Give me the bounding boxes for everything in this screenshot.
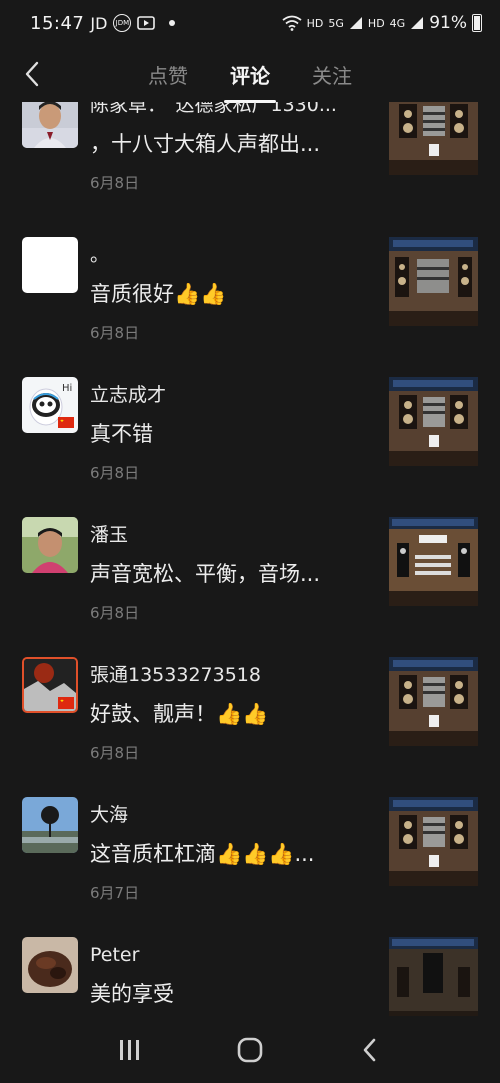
jdm-icon: JDM [113, 14, 132, 32]
commenter-name: 。 [90, 244, 110, 266]
commenter-name: 陈家卓： 达德家私厂1330... [90, 102, 337, 116]
nav-back-icon [363, 1038, 376, 1061]
comment-text: 真不错 [90, 422, 153, 446]
comment-text: 声音宽松、平衡，音场... [90, 562, 321, 586]
list-item[interactable]: Peter 美的享受 [0, 932, 500, 1016]
comment-date: 6月8日 [90, 324, 140, 342]
comment-list[interactable]: 陈家卓： 达德家私厂1330... ，十八寸大箱人声都出... 6月8日 。 音… [0, 102, 500, 1016]
commenter-name: Peter [90, 944, 140, 966]
avatar[interactable] [22, 657, 78, 713]
chevron-left-icon [25, 61, 39, 87]
recent-apps-button[interactable] [110, 1030, 150, 1070]
comment-date: 6月8日 [90, 464, 140, 482]
battery-percent: 91% [429, 13, 467, 33]
status-time: 15:47 [30, 12, 85, 34]
net-hd-2: HD [367, 16, 385, 30]
comment-date: 6月8日 [90, 604, 140, 622]
list-item[interactable]: 潘玉 声音宽松、平衡，音场... 6月8日 [0, 512, 500, 652]
post-thumbnail[interactable] [389, 102, 478, 175]
comment-date: 6月7日 [90, 884, 140, 902]
notification-dot [169, 20, 176, 26]
home-button[interactable] [230, 1030, 270, 1070]
comment-date: 6月8日 [90, 744, 140, 762]
post-thumbnail[interactable] [389, 657, 478, 746]
comment-text: ，十八寸大箱人声都出... [90, 132, 321, 156]
avatar[interactable] [22, 517, 78, 573]
back-button[interactable] [14, 56, 50, 92]
list-item[interactable]: 陈家卓： 达德家私厂1330... ，十八寸大箱人声都出... 6月8日 [0, 102, 500, 232]
post-thumbnail[interactable] [389, 237, 478, 326]
nav-back-button[interactable] [350, 1030, 390, 1070]
list-item[interactable]: 。 音质很好👍👍 6月8日 [0, 232, 500, 372]
wifi-icon [282, 15, 302, 31]
comment-text: 这音质杠杠滴👍👍👍... [90, 842, 315, 866]
carrier-label: JD [90, 13, 108, 33]
post-thumbnail[interactable] [389, 517, 478, 606]
comment-date: 6月8日 [90, 174, 140, 192]
post-thumbnail[interactable] [389, 377, 478, 466]
tab-comments[interactable]: 评论 [224, 56, 276, 103]
tab-bar: 点赞 评论 关注 [148, 56, 352, 103]
comment-text: 好鼓、靓声！👍👍 [90, 702, 269, 726]
list-item[interactable]: 張通13533273518 好鼓、靓声！👍👍 6月8日 [0, 652, 500, 792]
media-icon [137, 16, 156, 30]
commenter-name: 潘玉 [90, 524, 129, 546]
tab-follows[interactable]: 关注 [312, 56, 352, 93]
net-hd-1: HD [306, 16, 324, 30]
recent-apps-icon [120, 1039, 139, 1060]
commenter-name: 大海 [90, 804, 129, 826]
avatar[interactable] [22, 237, 78, 293]
post-thumbnail[interactable] [389, 797, 478, 886]
header: 点赞 评论 关注 [0, 46, 500, 103]
net-5g: 5G [328, 16, 344, 30]
system-nav-bar [0, 1016, 500, 1083]
tab-likes[interactable]: 点赞 [148, 56, 188, 93]
commenter-name: 立志成才 [90, 384, 167, 406]
post-thumbnail[interactable] [389, 937, 478, 1016]
status-bar: 15:47 JD JDM HD 5G HD 4G 91% [0, 0, 500, 46]
signal-icon-2 [411, 17, 424, 29]
avatar[interactable] [22, 797, 78, 853]
commenter-name: 張通13533273518 [90, 664, 261, 686]
battery-icon [472, 14, 482, 32]
list-item[interactable]: Hi 立志成才 真不错 6月8日 [0, 372, 500, 512]
net-4g: 4G [389, 16, 406, 30]
avatar[interactable]: Hi [22, 377, 78, 433]
avatar[interactable] [22, 102, 78, 148]
avatar[interactable] [22, 937, 78, 993]
svg-text:Hi: Hi [62, 383, 72, 394]
list-item[interactable]: 大海 这音质杠杠滴👍👍👍... 6月7日 [0, 792, 500, 932]
signal-icon [349, 17, 362, 29]
home-icon [237, 1037, 263, 1062]
comment-text: 美的享受 [90, 982, 174, 1006]
comment-text: 音质很好👍👍 [90, 282, 227, 306]
